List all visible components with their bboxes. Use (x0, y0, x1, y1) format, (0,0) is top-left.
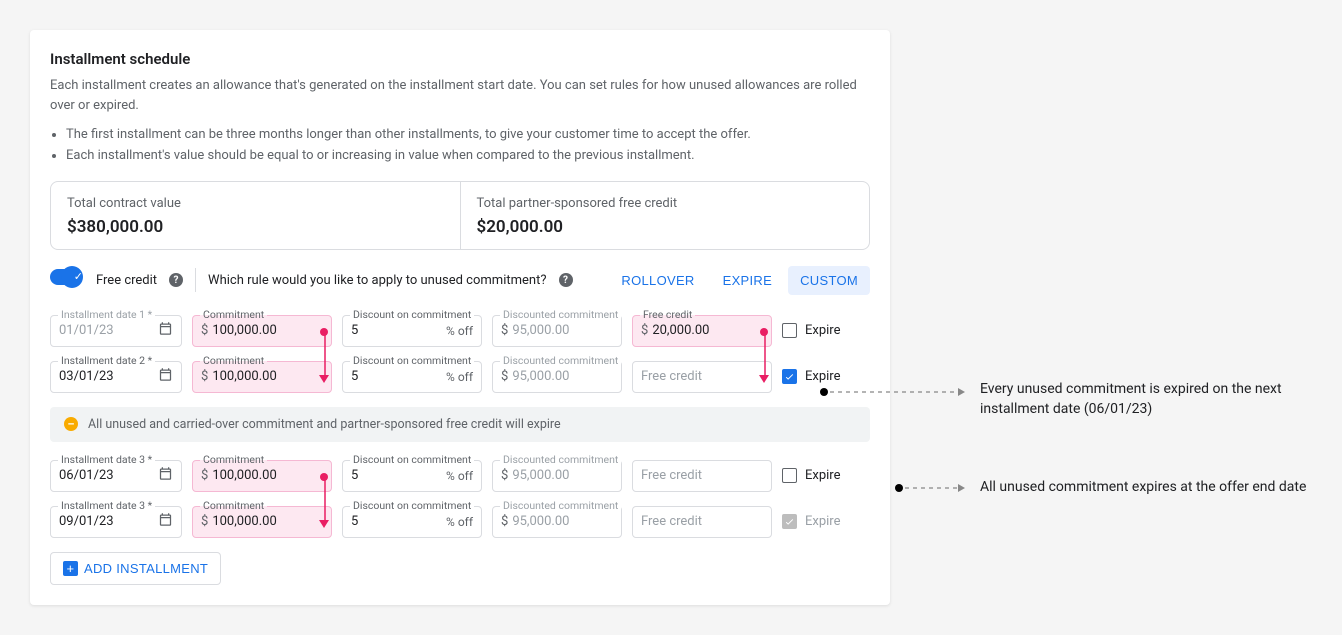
commitment-field[interactable]: Commitment $100,000.00 (192, 315, 332, 347)
total-contract-label: Total contract value (67, 196, 444, 211)
expire-cell: Expire (782, 506, 840, 538)
discounted-commitment-field: Discounted commitment $95,000.00 (492, 361, 622, 393)
arrow-right-icon (958, 388, 965, 396)
discounted-commitment-field: Discounted commitment $95,000.00 (492, 506, 622, 538)
installment-date-field[interactable]: Installment date 3 * 06/01/23 (50, 460, 182, 492)
installment-row: Installment date 3 * 09/01/23 Commitment… (50, 506, 870, 538)
total-contract-value: $380,000.00 (67, 217, 444, 237)
annotation-dot (820, 388, 828, 396)
calendar-icon[interactable] (158, 512, 173, 531)
annotation-text-1: Every unused commitment is expired on th… (980, 380, 1340, 419)
page-title: Installment schedule (50, 50, 870, 68)
rule-row: ✓ Free credit ? Which rule would you lik… (50, 266, 870, 295)
rule-question: Which rule would you like to apply to un… (208, 273, 546, 288)
help-icon[interactable]: ? (169, 273, 183, 287)
annotation-dot (895, 484, 903, 492)
expire-cell: Expire (782, 361, 840, 393)
calendar-icon[interactable] (158, 321, 173, 340)
discount-field[interactable]: Discount on commitment 5% off (342, 460, 482, 492)
plus-icon: + (63, 561, 78, 576)
free-credit-label: Free credit (96, 273, 157, 288)
expire-label: Expire (805, 514, 840, 529)
expire-checkbox[interactable] (782, 323, 797, 338)
discount-field[interactable]: Discount on commitment 5% off (342, 361, 482, 393)
expire-checkbox (782, 514, 797, 529)
expire-label: Expire (805, 323, 840, 338)
free-credit-field[interactable]: Free credit (632, 460, 772, 492)
expire-checkbox[interactable] (782, 468, 797, 483)
discounted-commitment-field: Discounted commitment $95,000.00 (492, 315, 622, 347)
installment-date-field[interactable]: Installment date 2 * 03/01/23 (50, 361, 182, 393)
commitment-field[interactable]: Commitment $100,000.00 (192, 506, 332, 538)
custom-button[interactable]: CUSTOM (788, 266, 870, 295)
check-icon: ✓ (74, 270, 83, 283)
installment-date-field[interactable]: Installment date 1 * 01/01/23 (50, 315, 182, 347)
rollover-button[interactable]: ROLLOVER (609, 266, 706, 295)
discount-field[interactable]: Discount on commitment 5% off (342, 315, 482, 347)
intro-bullets: The first installment can be three month… (66, 125, 870, 167)
free-credit-field[interactable]: Free credit $20,000.00 (632, 315, 772, 347)
expire-cell: Expire (782, 315, 840, 347)
expire-button[interactable]: EXPIRE (711, 266, 784, 295)
discount-field[interactable]: Discount on commitment 5% off (342, 506, 482, 538)
help-icon[interactable]: ? (559, 273, 573, 287)
commitment-field[interactable]: Commitment $100,000.00 (192, 361, 332, 393)
expire-label: Expire (805, 468, 840, 483)
add-installment-button[interactable]: + ADD INSTALLMENT (50, 552, 221, 585)
annotation-text-2: All unused commitment expires at the off… (980, 478, 1340, 498)
installment-row: Installment date 1 * 01/01/23 Commitment… (50, 315, 870, 347)
free-credit-placeholder: Free credit (641, 514, 702, 529)
expire-cell: Expire (782, 460, 840, 492)
installment-row: Installment date 2 * 03/01/23 Commitment… (50, 361, 870, 393)
divider (195, 268, 196, 292)
free-credit-field[interactable]: Free credit (632, 361, 772, 393)
commitment-field[interactable]: Commitment $100,000.00 (192, 460, 332, 492)
free-credit-field[interactable]: Free credit (632, 506, 772, 538)
free-credit-placeholder: Free credit (641, 369, 702, 384)
expire-label: Expire (805, 369, 840, 384)
calendar-icon[interactable] (158, 466, 173, 485)
total-contract-cell: Total contract value $380,000.00 (51, 182, 461, 249)
intro-text: Each installment creates an allowance th… (50, 76, 870, 115)
installment-card: Installment schedule Each installment cr… (30, 30, 890, 605)
warning-icon: – (64, 417, 78, 431)
calendar-icon[interactable] (158, 367, 173, 386)
installment-row: Installment date 3 * 06/01/23 Commitment… (50, 460, 870, 492)
free-credit-placeholder: Free credit (641, 468, 702, 483)
expire-banner: – All unused and carried-over commitment… (50, 407, 870, 442)
total-credit-value: $20,000.00 (477, 217, 854, 237)
arrow-right-icon (958, 484, 965, 492)
total-credit-label: Total partner-sponsored free credit (477, 196, 854, 211)
summary-box: Total contract value $380,000.00 Total p… (50, 181, 870, 250)
discounted-commitment-field: Discounted commitment $95,000.00 (492, 460, 622, 492)
installment-date-field[interactable]: Installment date 3 * 09/01/23 (50, 506, 182, 538)
expire-checkbox[interactable] (782, 369, 797, 384)
total-credit-cell: Total partner-sponsored free credit $20,… (461, 182, 870, 249)
